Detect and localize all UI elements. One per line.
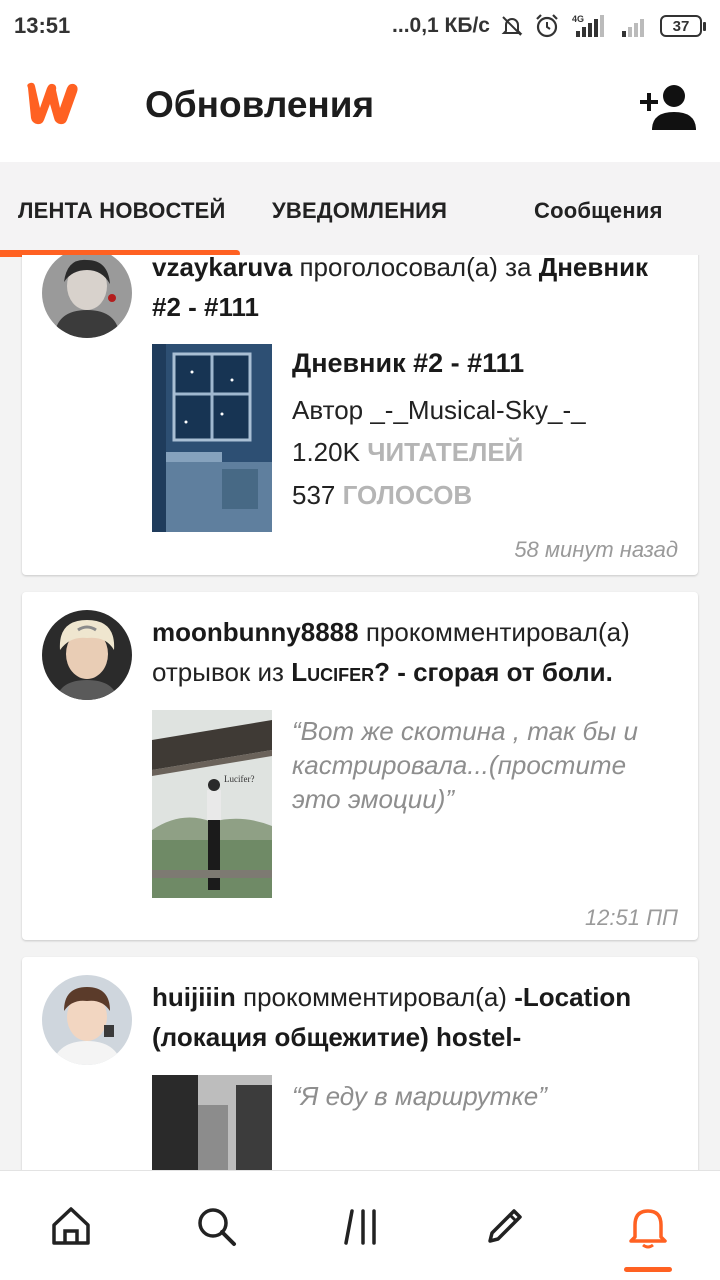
app-bar: Обновления <box>0 52 720 162</box>
feed-item-vote[interactable]: vzaykaruva проголосовал(а) за Дневник #2… <box>22 255 698 575</box>
feed-list[interactable]: vzaykaruva проголосовал(а) за Дневник #2… <box>0 255 720 1170</box>
timestamp: 12:51 ПП <box>584 905 678 930</box>
add-user-icon <box>640 85 696 130</box>
activity-text: huijiiin прокомментировал(а) -Location (… <box>152 982 632 1052</box>
username-link[interactable]: huijiiin <box>152 982 236 1012</box>
nav-library-button[interactable] <box>336 1201 386 1251</box>
tab-bar: ЛЕНТА НОВОСТЕЙ УВЕДОМЛЕНИЯ Сообщения <box>0 162 720 260</box>
book-votes: 537 ГОЛОСОВ <box>292 480 473 510</box>
book-author: Автор _-_Musical-Sky_-_ <box>292 395 586 425</box>
mute-bell-icon <box>500 14 524 38</box>
home-icon <box>52 1207 90 1245</box>
status-right: ...0,1 КБ/с 4G 37 <box>392 13 706 39</box>
book-cover[interactable] <box>152 344 272 532</box>
page-title: Обновления <box>145 84 375 125</box>
feed-item-comment[interactable]: huijiiin прокомментировал(а) -Location (… <box>22 957 698 1170</box>
nav-home-button[interactable] <box>46 1201 96 1251</box>
book-cover[interactable] <box>152 1075 272 1170</box>
tab-notifications[interactable]: УВЕДОМЛЕНИЯ <box>272 198 447 224</box>
activity-text: vzaykaruva проголосовал(а) за Дневник #2… <box>152 255 682 327</box>
signal-icon <box>620 13 650 39</box>
active-nav-indicator <box>624 1267 672 1272</box>
comment-quote: “Я еду в маршрутке” <box>292 1081 547 1111</box>
status-bar: 13:51 ...0,1 КБ/с 4G 37 <box>0 0 720 52</box>
feed-item-comment[interactable]: moonbunny8888 прокомментировал(а) отрыво… <box>22 592 698 940</box>
bottom-navigation <box>0 1170 720 1280</box>
signal-4g-icon: 4G <box>570 13 610 39</box>
wattpad-logo-icon[interactable] <box>22 78 92 128</box>
battery-icon: 37 <box>660 15 706 37</box>
comment-quote: “Вот же скотина , так бы и кастрировала.… <box>292 716 638 814</box>
timestamp: 58 минут назад <box>514 537 678 562</box>
battery-level: 37 <box>660 15 702 37</box>
tab-messages[interactable]: Сообщения <box>534 198 663 224</box>
avatar[interactable] <box>42 975 132 1065</box>
avatar[interactable] <box>42 610 132 700</box>
status-time: 13:51 <box>14 13 71 38</box>
svg-text:4G: 4G <box>572 14 584 24</box>
network-speed: ...0,1 КБ/с <box>392 14 490 37</box>
activity-text: moonbunny8888 прокомментировал(а) отрыво… <box>152 617 630 687</box>
pencil-icon <box>488 1209 522 1243</box>
alarm-icon <box>534 13 560 39</box>
svg-text:Lucifer?: Lucifer? <box>224 774 254 784</box>
book-cover[interactable]: Lucifer? <box>152 710 272 898</box>
tab-news-feed[interactable]: ЛЕНТА НОВОСТЕЙ <box>18 198 226 224</box>
nav-notifications-button[interactable] <box>623 1201 673 1251</box>
library-icon <box>344 1209 376 1245</box>
nav-search-button[interactable] <box>191 1201 241 1251</box>
bell-icon <box>629 1209 667 1249</box>
part-link[interactable]: - сгорая от боли. <box>390 657 613 687</box>
search-icon <box>198 1208 236 1246</box>
nav-write-button[interactable] <box>480 1201 530 1251</box>
username-link[interactable]: moonbunny8888 <box>152 617 359 647</box>
book-title[interactable]: Дневник #2 - #111 <box>292 348 524 379</box>
username-link[interactable]: vzaykaruva <box>152 255 292 282</box>
book-readers: 1.20K ЧИТАТЕЛЕЙ <box>292 437 524 467</box>
story-link[interactable]: Lucifer? <box>291 657 390 687</box>
avatar[interactable] <box>42 255 132 338</box>
screen: 13:51 ...0,1 КБ/с 4G 37 Обновления ЛЕНТА… <box>0 0 720 1280</box>
add-user-button[interactable] <box>638 82 700 132</box>
